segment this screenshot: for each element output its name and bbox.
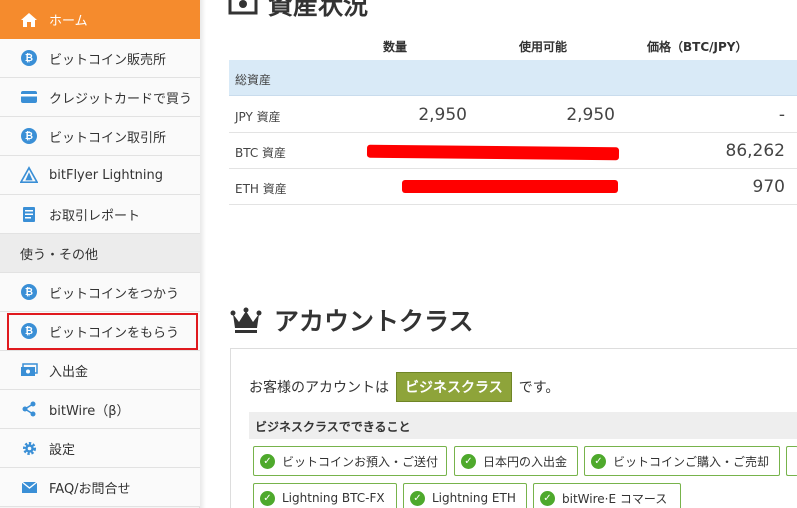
sidebar-item-settings[interactable]: 設定 bbox=[0, 429, 200, 468]
sidebar-item-bitwire[interactable]: bitWire（β） bbox=[0, 390, 200, 429]
check-icon: ✓ bbox=[591, 453, 606, 469]
account-text-after: です。 bbox=[518, 380, 560, 396]
check-icon: ✓ bbox=[540, 490, 555, 506]
feature-tag: ✓ ビットコインご購入・ご売却 bbox=[584, 446, 780, 476]
column-header-quantity: 数量 bbox=[383, 40, 408, 54]
account-class-badge: ビジネスクラス bbox=[396, 372, 512, 402]
money-icon bbox=[228, 0, 258, 15]
sidebar-item-deposit-withdraw[interactable]: 入出金 bbox=[0, 351, 200, 390]
feature-label: ビットコインお預入・ご送付 bbox=[282, 454, 439, 469]
sidebar-item-use-bitcoin[interactable]: ₿ ビットコインをつかう bbox=[0, 273, 200, 312]
redaction-mark bbox=[402, 180, 618, 193]
sidebar-item-lightning[interactable]: bitFlyer Lightning bbox=[0, 156, 200, 195]
sidebar: ホーム ₿ ビットコイン販売所 クレジットカードで買う ₿ ビットコイン取引所 … bbox=[0, 0, 200, 508]
feature-label: 日本円の入出金 bbox=[483, 454, 568, 469]
cell-price: - bbox=[778, 105, 785, 125]
sidebar-item-label: 入出金 bbox=[49, 364, 89, 380]
row-label: 総資産 bbox=[235, 73, 272, 87]
feature-tag: ✓ ビットコインお預入・ご送付 bbox=[253, 446, 447, 476]
section-heading: アカウントクラス bbox=[274, 307, 474, 336]
bitcoin-icon: ₿ bbox=[20, 127, 38, 145]
bitcoin-icon: ₿ bbox=[20, 283, 38, 301]
table-row: BTC 資産 86,262 bbox=[229, 133, 797, 169]
home-icon bbox=[20, 11, 38, 29]
feature-tag: ✓ Lightning ETH bbox=[403, 483, 527, 508]
account-text-before: お客様のアカウントは bbox=[249, 380, 389, 396]
cell-price: 970 bbox=[752, 177, 785, 197]
sidebar-item-credit-card[interactable]: クレジットカードで買う bbox=[0, 78, 200, 117]
redaction-mark bbox=[366, 144, 620, 161]
highlight-annotation bbox=[7, 313, 198, 350]
sidebar-item-exchange[interactable]: ₿ ビットコイン取引所 bbox=[0, 117, 200, 156]
sidebar-item-label: クレジットカードで買う bbox=[49, 91, 193, 107]
share-icon bbox=[20, 400, 38, 418]
row-label: ETH 資産 bbox=[235, 182, 287, 196]
column-header-price: 価格（BTC/JPY） bbox=[647, 40, 748, 54]
sidebar-item-label: ビットコインをつかう bbox=[49, 286, 180, 302]
table-row: ETH 資産 970 bbox=[229, 169, 797, 205]
table-row: JPY 資産 2,950 2,950 - bbox=[229, 97, 797, 133]
account-class-text: お客様のアカウントは ビジネスクラス です。 bbox=[249, 372, 559, 402]
report-icon bbox=[20, 205, 38, 223]
sidebar-item-bitcoin-shop[interactable]: ₿ ビットコイン販売所 bbox=[0, 39, 200, 78]
account-class-panel: お客様のアカウントは ビジネスクラス です。 ビジネスクラスでできること ✓ ビ… bbox=[230, 348, 797, 508]
table-header: 数量 使用可能 価格（BTC/JPY） bbox=[229, 28, 797, 60]
check-icon: ✓ bbox=[461, 453, 476, 469]
sidebar-item-label: FAQ/お問合せ bbox=[49, 481, 131, 497]
feature-tag: ✓ 日本円の入出金 bbox=[454, 446, 578, 476]
feature-tag: ✓ bitWire·E コマース bbox=[533, 483, 681, 508]
sidebar-item-report[interactable]: お取引レポート bbox=[0, 195, 200, 234]
sidebar-item-home[interactable]: ホーム bbox=[0, 0, 200, 39]
feature-label: bitWire·E コマース bbox=[562, 491, 668, 506]
feature-label: Lightning BTC-FX bbox=[282, 491, 385, 505]
check-icon: ✓ bbox=[410, 490, 425, 506]
cell-available: 2,950 bbox=[566, 105, 615, 125]
sidebar-item-label: ホーム bbox=[49, 14, 88, 29]
page-title: 資産状況 bbox=[268, 0, 369, 20]
feature-label: Lightning ETH bbox=[432, 491, 516, 505]
feature-label: ビットコインご購入・ご売却 bbox=[613, 454, 770, 469]
sidebar-item-label: bitWire（β） bbox=[49, 403, 130, 419]
bitcoin-icon: ₿ bbox=[20, 49, 38, 67]
feature-tag-partial bbox=[786, 446, 797, 476]
cell-quantity: 2,950 bbox=[418, 105, 467, 125]
lightning-icon bbox=[20, 166, 38, 184]
check-icon: ✓ bbox=[260, 490, 275, 506]
sidebar-item-label: ビットコイン取引所 bbox=[49, 130, 167, 146]
sidebar-item-label: ビットコイン販売所 bbox=[49, 52, 167, 68]
sidebar-item-label: お取引レポート bbox=[49, 208, 141, 224]
sidebar-item-label: 設定 bbox=[49, 442, 76, 458]
money-icon bbox=[20, 361, 38, 379]
account-section-title: アカウントクラス bbox=[230, 302, 474, 338]
row-label: BTC 資産 bbox=[235, 146, 287, 160]
cell-price: 86,262 bbox=[725, 141, 785, 161]
crown-icon bbox=[230, 306, 262, 334]
feature-tag: ✓ Lightning BTC-FX bbox=[253, 483, 397, 508]
check-icon: ✓ bbox=[260, 453, 275, 469]
row-label: JPY 資産 bbox=[235, 110, 281, 124]
main-content: 資産状況 数量 使用可能 価格（BTC/JPY） 総資産 JPY 資産 2,95… bbox=[206, 0, 797, 508]
column-header-available: 使用可能 bbox=[519, 40, 568, 54]
gear-icon bbox=[20, 439, 38, 457]
sidebar-section-label: 使う・その他 bbox=[20, 247, 99, 263]
sidebar-item-label: bitFlyer Lightning bbox=[49, 167, 164, 183]
table-row-total: 総資産 bbox=[229, 60, 797, 96]
features-heading: ビジネスクラスでできること bbox=[249, 412, 797, 439]
credit-card-icon bbox=[20, 88, 38, 106]
asset-section-title: 資産状況 bbox=[228, 0, 368, 22]
mail-icon bbox=[20, 478, 38, 496]
sidebar-section-other: 使う・その他 bbox=[0, 234, 200, 273]
sidebar-item-faq[interactable]: FAQ/お問合せ bbox=[0, 468, 200, 507]
